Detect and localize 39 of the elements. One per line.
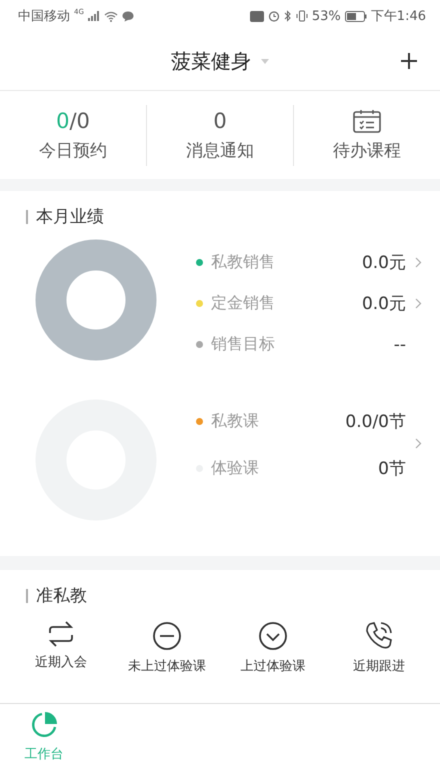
notification-count[interactable]: 0: [213, 108, 227, 132]
minus-circle-icon[interactable]: [152, 621, 182, 651]
battery-icon: [344, 10, 367, 22]
action-label[interactable]: 上过体验课: [240, 657, 306, 675]
legend-value: 0.0元: [362, 293, 406, 315]
legend-value: 0.0/0节: [345, 411, 406, 433]
calendar-icon[interactable]: [353, 108, 381, 132]
swap-icon[interactable]: [46, 621, 76, 647]
stat-label[interactable]: 今日预约: [39, 138, 107, 162]
legend-label: 私教销售: [211, 252, 275, 273]
vibrate-icon: [296, 10, 308, 22]
legend-label: 体验课: [211, 458, 259, 479]
action-label[interactable]: 未上过体验课: [128, 657, 206, 675]
appointment-count[interactable]: 0/0: [56, 108, 90, 132]
phone-icon[interactable]: [364, 621, 394, 651]
signal-icon: [88, 11, 100, 21]
legend-label: 销售目标: [211, 334, 275, 355]
section-title: 准私教: [36, 585, 87, 607]
legend-value: 0节: [378, 458, 406, 480]
section-title: 本月业绩: [36, 206, 104, 228]
stat-label[interactable]: 消息通知: [186, 138, 254, 162]
check-circle-icon[interactable]: [258, 621, 288, 651]
gym-title[interactable]: 菠菜健身: [171, 48, 251, 74]
add-icon[interactable]: [400, 52, 418, 70]
action-label[interactable]: 近期入会: [35, 653, 87, 671]
legend-label: 私教课: [211, 411, 259, 432]
stat-label[interactable]: 待办课程: [333, 138, 401, 162]
alarm-icon: [268, 10, 280, 22]
legend-value: 0.0元: [362, 252, 406, 274]
message-icon: [122, 10, 134, 22]
clock-time: 下午1:46: [370, 8, 426, 25]
action-label[interactable]: 近期跟进: [353, 657, 405, 675]
pie-chart-icon: [30, 711, 58, 739]
legend-label: 定金销售: [211, 293, 275, 314]
bluetooth-icon: [284, 10, 292, 22]
battery-percent: 53%: [312, 8, 341, 24]
wifi-icon: [104, 10, 118, 22]
legend-value: --: [394, 334, 406, 354]
carrier-name: 中国移动: [18, 8, 70, 25]
